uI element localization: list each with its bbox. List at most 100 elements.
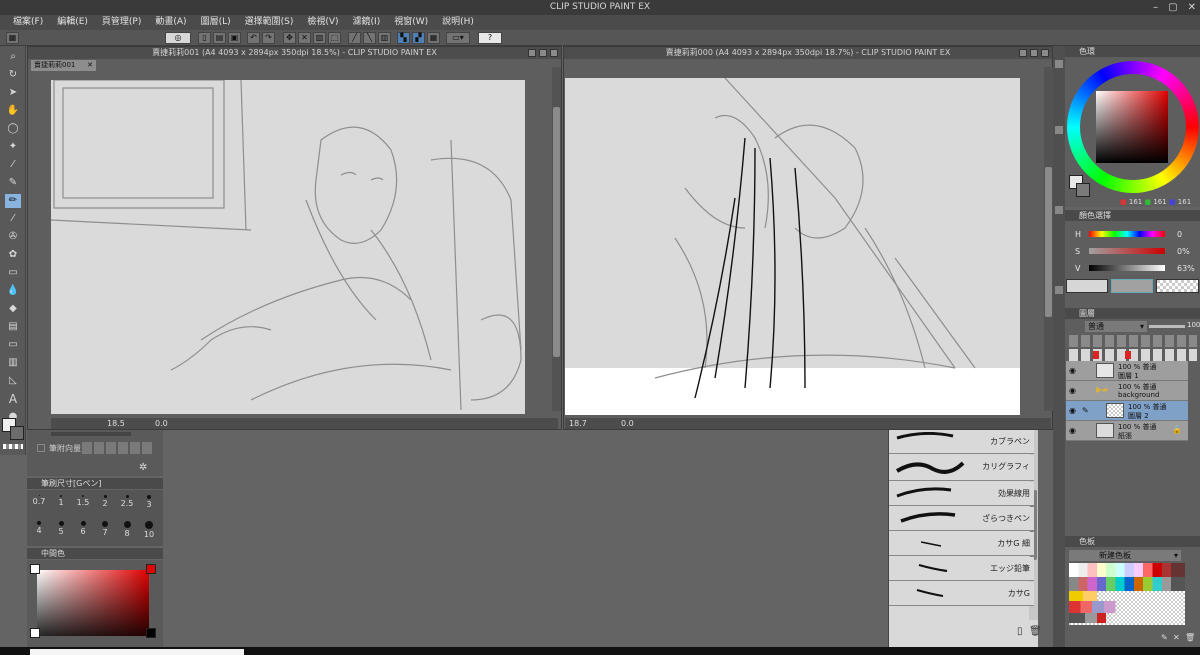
hue-slider[interactable] [1089,231,1165,237]
lock-icon[interactable]: 🔒 [1172,425,1182,434]
blend-mode-select[interactable]: 普通 ▾ [1085,321,1147,332]
maximize-icon[interactable] [539,49,547,57]
fill-icon[interactable]: ▨ [313,32,326,44]
snap-special-ruler-icon[interactable]: ▞ [412,32,425,44]
taskbar-search[interactable] [30,649,244,655]
magic-wand-icon[interactable]: ✦ [5,140,21,154]
undo-icon[interactable]: ↶ [247,32,260,44]
value-slider[interactable] [1089,265,1165,271]
snap-icon[interactable]: ▥ [378,32,391,44]
color-preview-sub[interactable] [1111,279,1153,293]
menu-window[interactable]: 視窗(W) [387,15,435,30]
maximize-icon[interactable] [1030,49,1038,57]
open-file-icon[interactable]: ▤ [213,32,226,44]
minimize-icon[interactable] [528,49,536,57]
sub-tool-kabura[interactable]: カブラペン [889,430,1034,454]
minimize-icon[interactable]: – [1153,0,1158,15]
brush-size-4[interactable]: 4 [29,518,49,538]
select-icon[interactable]: ⬚ [328,32,341,44]
eyedropper-icon[interactable]: ⁄ [5,158,21,172]
menu-edit[interactable]: 編輯(E) [50,15,95,30]
gradient-icon[interactable]: ▤ [5,320,21,334]
brush-size-2[interactable]: 2 [95,492,115,512]
canvas-1[interactable] [51,80,525,414]
transparent-color-swatch[interactable] [3,444,23,449]
saturation-value-square[interactable] [1096,91,1168,163]
clear-icon[interactable]: ✕ [298,32,311,44]
corner-color-red[interactable] [146,564,156,574]
menu-file[interactable]: 檔案(F) [6,15,50,30]
menu-animation[interactable]: 動畫(A) [148,15,193,30]
saturation-slider[interactable] [1089,248,1165,254]
intermediate-color-grid[interactable] [37,570,149,636]
layer-row-folder[interactable]: ◉ ▶▰ 100 % 普通 background [1066,381,1188,401]
ruler-icon[interactable]: ╱ [348,32,361,44]
move-icon[interactable]: ➤ [5,86,21,100]
delete-color-icon[interactable]: 🗑 [1185,633,1195,642]
frame-icon[interactable]: ▥ [5,356,21,370]
grid-icon[interactable]: ▦ [6,32,19,44]
sub-tool-rough-pen[interactable]: ざらつきペン [889,507,1034,531]
sub-tool-kasa[interactable]: カサG [889,582,1034,606]
close-icon[interactable] [1041,49,1049,57]
sub-tool-calligraphy[interactable]: カリグラフィ [889,455,1034,481]
brush-size-5[interactable]: 5 [51,518,71,538]
vector-checkbox[interactable] [37,444,45,452]
figure-icon[interactable]: ▭ [5,338,21,352]
panel-toggle-icon[interactable] [1055,60,1063,68]
canvas-2[interactable] [565,78,1020,415]
ruler-tool-icon[interactable]: ◺ [5,374,21,388]
redo-icon[interactable]: ↷ [262,32,275,44]
sub-tool-edge-pencil[interactable]: エッジ鉛筆 [889,557,1034,581]
opacity-value[interactable]: 100 [1187,321,1200,329]
menu-view[interactable]: 檢視(V) [300,15,345,30]
document-tab[interactable]: 賣捷莉莉001 ✕ [31,60,96,71]
saturation-value[interactable]: 0% [1177,247,1190,256]
panel-toggle-icon[interactable] [1055,286,1063,294]
corner-color-black[interactable] [146,628,156,638]
sub-tool-kasa-fine[interactable]: カサG 細 [889,532,1034,556]
brush-size-2-5[interactable]: 2.5 [117,492,137,512]
color-preview-main[interactable] [1066,279,1108,293]
transform-icon[interactable]: ✥ [283,32,296,44]
add-color-icon[interactable]: ✎ [1161,633,1168,642]
brush-size-1[interactable]: 1 [51,492,71,512]
decoration-icon[interactable]: ✿ [5,248,21,262]
menu-layer[interactable]: 圖層(L) [194,15,238,30]
maximize-icon[interactable]: ▢ [1168,0,1177,15]
layer-row-2-selected[interactable]: ◉ ✎ 100 % 普通 圖層 2 [1066,401,1188,421]
corner-color-white-bottom[interactable] [30,628,40,638]
sub-color-swatch[interactable] [1076,183,1090,197]
snap-grid-icon[interactable]: ▦ [427,32,440,44]
eye-icon[interactable]: ◉ [1069,366,1078,375]
swatch-row-1[interactable] [1069,563,1185,577]
close-tab-icon[interactable]: ✕ [87,60,93,71]
swatch-row-4[interactable] [1069,601,1185,613]
angle-value-1[interactable]: 0.0 [155,418,168,429]
eye-icon[interactable]: ◉ [1069,386,1078,395]
layer-option-buttons[interactable] [1069,335,1197,347]
new-sub-tool-icon[interactable]: ▯ [1017,626,1023,637]
menu-select[interactable]: 選擇範圍(S) [238,15,301,30]
swatch-row-2[interactable] [1069,577,1185,591]
hand-icon[interactable]: ✋ [5,104,21,118]
airbrush-icon[interactable]: ✇ [5,230,21,244]
eye-icon[interactable]: ◉ [1069,426,1078,435]
help-icon[interactable]: ? [478,32,502,44]
property-buttons[interactable] [82,442,154,454]
clip-studio-icon[interactable]: ◎ [165,32,191,44]
menu-page[interactable]: 頁管理(P) [95,15,148,30]
brush-size-10[interactable]: 10 [139,518,159,539]
perspective-icon[interactable]: ╲ [363,32,376,44]
color-set-select[interactable]: 新建色板 ▾ [1069,550,1181,561]
brush-icon[interactable]: ⁄ [5,212,21,226]
menu-help[interactable]: 說明(H) [435,15,481,30]
layer-row-1[interactable]: ◉ 100 % 普通 圖層 1 [1066,361,1188,381]
blend-icon[interactable]: 💧 [5,284,21,298]
save-icon[interactable]: ▣ [228,32,241,44]
text-icon[interactable]: A [5,392,21,406]
swatch-row-3[interactable] [1069,591,1185,601]
zoom-value-2[interactable]: 18.7 [569,418,587,429]
pen-icon[interactable]: ✎ [5,176,21,190]
vertical-scrollbar-1[interactable] [552,67,561,411]
